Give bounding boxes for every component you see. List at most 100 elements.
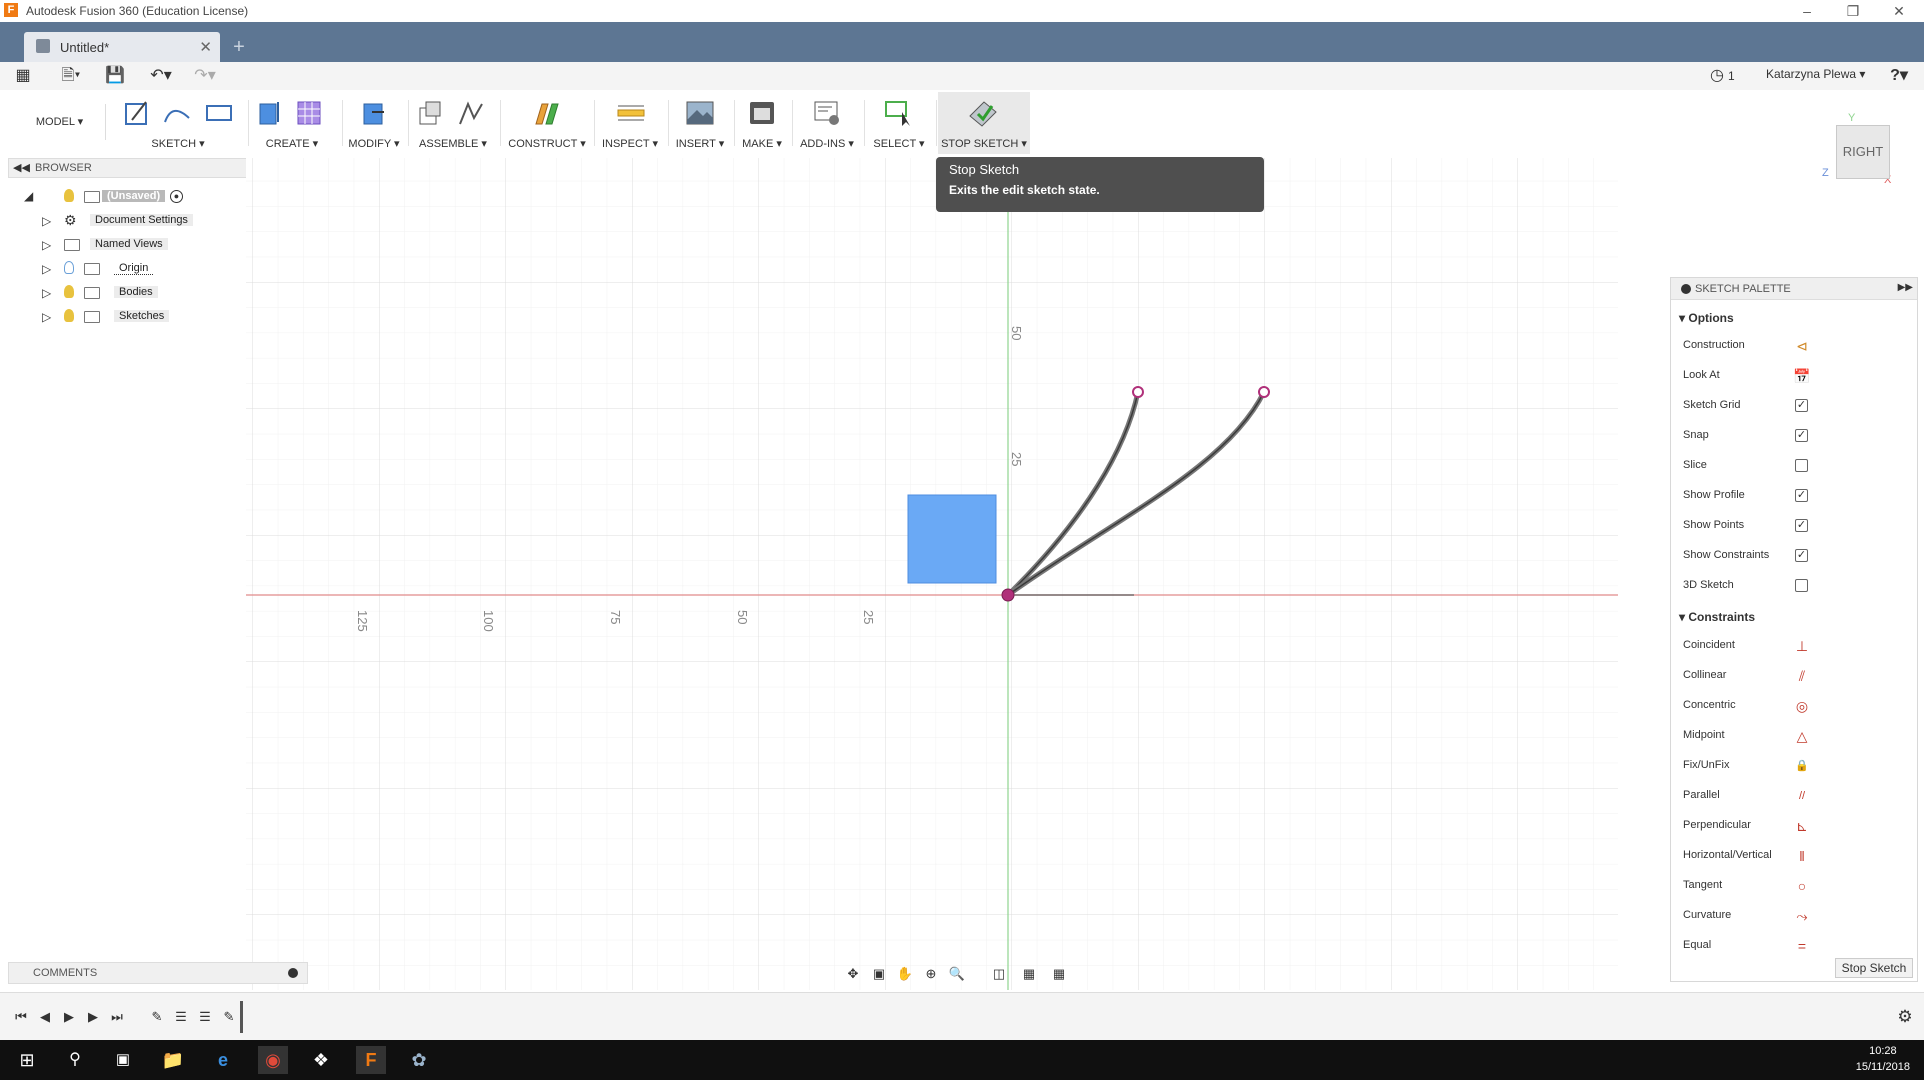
sketch-palette-header[interactable]: SKETCH PALETTE ▶▶ [1671, 278, 1917, 300]
toolbar-group-select[interactable]: SELECT ▾ [868, 92, 930, 154]
system-clock[interactable]: 10:28 15/11/2018 [1856, 1043, 1910, 1075]
constraint-tangent[interactable]: Tangent ○ [1683, 876, 1903, 896]
timeline-feature-icon[interactable]: ☰ [194, 1007, 216, 1027]
option-show-constraints[interactable]: Show Constraints ✓ [1683, 546, 1903, 566]
workspace-switcher[interactable]: MODEL ▾ [14, 104, 106, 140]
minimize-button[interactable]: – [1792, 2, 1822, 20]
option-construction[interactable]: Construction ⊲ [1683, 336, 1903, 356]
sketch-grid-checkbox[interactable]: ✓ [1795, 399, 1808, 412]
undo-icon[interactable]: ↶▾ [144, 65, 178, 87]
go-to-start-icon[interactable]: ⏮ [10, 1007, 32, 1027]
orbit-icon[interactable]: ✥ [842, 964, 864, 984]
expand-triangle-icon[interactable]: ▷ [42, 310, 51, 324]
timeline-settings-gear-icon[interactable]: ⚙ [1894, 1007, 1916, 1027]
constraint-parallel[interactable]: Parallel// [1683, 786, 1903, 806]
visibility-bulb-icon[interactable] [64, 285, 74, 298]
comments-panel-header[interactable]: COMMENTS [8, 962, 308, 984]
constraint-collinear[interactable]: Collinear ⫽ [1683, 666, 1903, 686]
option-3d-sketch[interactable]: 3D Sketch [1683, 576, 1903, 596]
expand-triangle-icon[interactable]: ▷ [42, 262, 51, 276]
pan-hand-icon[interactable]: ✋ [894, 964, 916, 984]
constraint-concentric[interactable]: Concentric ◎ [1683, 696, 1903, 716]
step-forward-icon[interactable]: ▶ [82, 1007, 104, 1027]
expand-palette-icon[interactable]: ▶▶ [1898, 282, 1913, 293]
tab-untitled[interactable]: Untitled* ✕ [24, 32, 220, 62]
constraint-equal[interactable]: Equal = [1683, 936, 1903, 950]
visibility-bulb-icon[interactable] [64, 189, 74, 202]
timeline-feature-sketch-icon[interactable]: ✎ [146, 1007, 168, 1027]
collapse-triangle-icon[interactable]: ◢ [24, 189, 33, 203]
file-menu-icon[interactable]: 🗎▾ [54, 65, 88, 87]
show-constraints-checkbox[interactable]: ✓ [1795, 549, 1808, 562]
windows-start-icon[interactable]: ⊞ [12, 1046, 42, 1074]
sketch-canvas[interactable]: 125 100 75 50 25 50 25 [246, 158, 1618, 990]
visibility-bulb-icon[interactable] [64, 261, 74, 274]
close-tab-icon[interactable]: ✕ [199, 38, 212, 56]
constraint-horizontal-vertical[interactable]: Horizontal/Vertical ‖ [1683, 846, 1903, 866]
timeline-feature-icon[interactable]: ☰ [170, 1007, 192, 1027]
timeline-marker[interactable] [240, 1001, 243, 1033]
data-panel-grid-icon[interactable]: ▦ [10, 65, 36, 87]
display-settings-icon[interactable]: ◫ [988, 964, 1010, 984]
viewcube[interactable]: RIGHT [1836, 125, 1890, 179]
stop-sketch-button[interactable]: Stop Sketch [1835, 958, 1913, 978]
chrome-browser-icon[interactable]: ◉ [258, 1046, 288, 1074]
visibility-bulb-icon[interactable] [64, 309, 74, 322]
slice-checkbox[interactable] [1795, 459, 1808, 472]
expand-triangle-icon[interactable]: ▷ [42, 238, 51, 252]
app-icon[interactable]: ✿ [404, 1046, 434, 1074]
option-sketch-grid[interactable]: Sketch Grid ✓ [1683, 396, 1903, 416]
show-points-checkbox[interactable]: ✓ [1795, 519, 1808, 532]
redo-icon[interactable]: ↷▾ [188, 65, 222, 87]
toolbar-group-inspect[interactable]: INSPECT ▾ [598, 92, 662, 154]
option-slice[interactable]: Slice [1683, 456, 1903, 476]
toolbar-group-sketch[interactable]: SKETCH ▾ [112, 92, 244, 154]
constraint-fix-unfix[interactable]: Fix/UnFix 🔒 [1683, 756, 1903, 776]
job-status-clock-icon[interactable]: ◷ [1706, 65, 1728, 87]
toolbar-group-create[interactable]: CREATE ▾ [252, 92, 332, 154]
constraints-section-header[interactable]: ▾ Constraints [1679, 610, 1755, 624]
look-at-nav-icon[interactable]: ▣ [868, 964, 890, 984]
constraint-midpoint[interactable]: Midpoint △ [1683, 726, 1903, 746]
file-explorer-icon[interactable]: 📁 [158, 1046, 188, 1074]
activate-radio-icon[interactable]: ● [170, 190, 183, 203]
play-icon[interactable]: ▶ [58, 1007, 80, 1027]
3d-sketch-checkbox[interactable] [1795, 579, 1808, 592]
constraint-curvature[interactable]: Curvature ⤳ [1683, 906, 1903, 926]
option-show-profile[interactable]: Show Profile ✓ [1683, 486, 1903, 506]
option-show-points[interactable]: Show Points ✓ [1683, 516, 1903, 536]
look-at-icon[interactable]: 📅 [1793, 367, 1811, 385]
toolbar-group-add-ins[interactable]: ADD-INS ▾ [796, 92, 858, 154]
toolbar-group-construct[interactable]: CONSTRUCT ▾ [506, 92, 588, 154]
palette-options-icon[interactable] [1681, 284, 1691, 294]
constraint-perpendicular[interactable]: Perpendicular ⊾ [1683, 816, 1903, 836]
app-icon[interactable]: ❖ [306, 1046, 336, 1074]
constraint-coincident[interactable]: Coincident ⊥ [1683, 636, 1903, 656]
task-view-icon[interactable]: ▣ [108, 1046, 138, 1074]
fit-zoom-icon[interactable]: 🔍 [946, 964, 968, 984]
step-back-icon[interactable]: ◀ [34, 1007, 56, 1027]
search-icon[interactable]: ⚲ [60, 1046, 90, 1074]
close-window-button[interactable]: ✕ [1884, 2, 1914, 20]
add-comment-icon[interactable] [288, 968, 298, 978]
timeline-feature-sketch-icon[interactable]: ✎ [218, 1007, 240, 1027]
construction-icon[interactable]: ⊲ [1793, 337, 1811, 355]
edge-browser-icon[interactable]: e [208, 1046, 238, 1074]
toolbar-group-modify[interactable]: MODIFY ▾ [346, 92, 402, 154]
help-icon[interactable]: ?▾ [1882, 65, 1916, 87]
toolbar-group-make[interactable]: MAKE ▾ [738, 92, 786, 154]
collapse-panel-icon[interactable]: ◀◀ [13, 161, 30, 174]
option-look-at[interactable]: Look At 📅 [1683, 366, 1903, 386]
go-to-end-icon[interactable]: ⏭ [106, 1007, 128, 1027]
options-section-header[interactable]: ▾ Options [1679, 311, 1734, 325]
option-snap[interactable]: Snap ✓ [1683, 426, 1903, 446]
toolbar-group-insert[interactable]: INSERT ▾ [672, 92, 728, 154]
grid-snaps-icon[interactable]: ▦ [1018, 964, 1040, 984]
restore-button[interactable]: ❐ [1838, 2, 1868, 20]
snap-checkbox[interactable]: ✓ [1795, 429, 1808, 442]
new-tab-button[interactable]: + [226, 36, 252, 60]
toolbar-group-stop-sketch[interactable]: STOP SKETCH ▾ [938, 92, 1030, 154]
toolbar-group-assemble[interactable]: ASSEMBLE ▾ [412, 92, 494, 154]
user-account-menu[interactable]: Katarzyna Plewa ▾ [1766, 67, 1865, 81]
show-profile-checkbox[interactable]: ✓ [1795, 489, 1808, 502]
